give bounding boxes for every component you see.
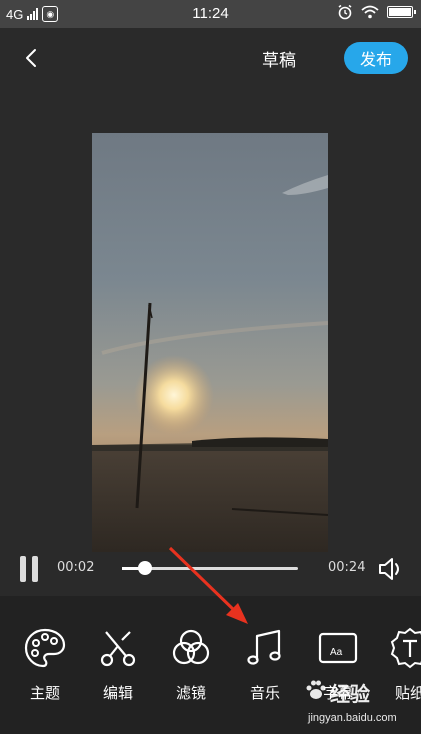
wifi-icon <box>361 5 379 19</box>
subtitle-badge: Aa <box>330 647 343 658</box>
tool-edit[interactable]: 编辑 <box>88 626 148 716</box>
watermark-brand: 经验 <box>330 682 370 706</box>
tool-label: 音乐 <box>249 684 280 702</box>
video-preview[interactable] <box>92 133 328 552</box>
filter-circles-icon <box>172 629 210 665</box>
total-time: 00:24 <box>328 560 366 575</box>
music-note-icon <box>247 629 281 665</box>
back-icon[interactable] <box>20 46 44 70</box>
sticker-icon <box>390 627 421 669</box>
palette-icon <box>24 628 66 668</box>
seek-thumb[interactable] <box>137 561 152 575</box>
scissors-icon <box>100 631 136 667</box>
watermark: 经验 jingyan.baidu.com <box>300 676 421 732</box>
volume-icon[interactable] <box>377 555 405 583</box>
publish-button[interactable]: 发布 <box>344 42 408 74</box>
subtitle-icon: Aa <box>318 632 358 664</box>
tool-label: 滤镜 <box>175 684 206 702</box>
watermark-url: jingyan.baidu.com <box>308 712 397 724</box>
status-bar: 4G ◉ 11:24 <box>0 0 421 28</box>
battery-icon <box>387 6 416 18</box>
tool-filter[interactable]: 滤镜 <box>161 626 221 716</box>
editor-header: 草稿 发布 <box>0 28 421 90</box>
tool-label: 主题 <box>29 684 60 702</box>
baidu-paw-logo <box>306 680 326 699</box>
tool-music[interactable]: 音乐 <box>235 626 295 716</box>
status-right <box>337 4 416 20</box>
draft-button[interactable]: 草稿 <box>262 46 296 71</box>
tool-theme[interactable]: 主题 <box>15 626 75 716</box>
video-frame <box>92 133 328 552</box>
tool-label: 编辑 <box>102 684 133 702</box>
playback-controls: 00:02 00:24 <box>0 545 421 593</box>
pause-button[interactable] <box>20 556 40 582</box>
seek-bar[interactable] <box>122 561 298 575</box>
current-time: 00:02 <box>57 560 95 575</box>
alarm-icon <box>338 4 352 20</box>
